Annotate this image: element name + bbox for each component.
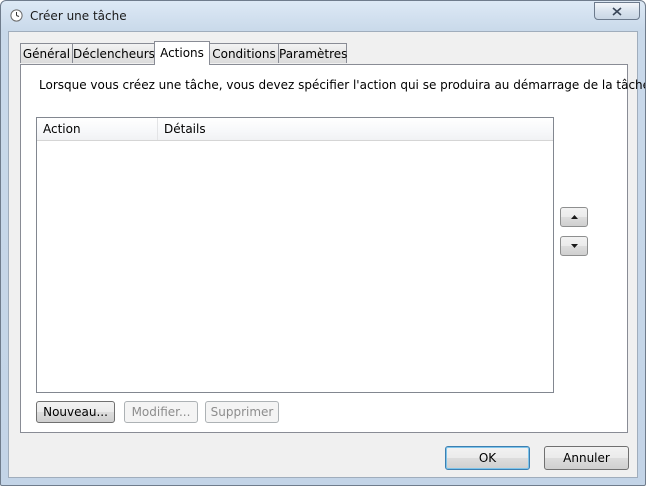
new-action-button[interactable]: Nouveau... <box>36 401 115 423</box>
actions-tab-panel: Lorsque vous créez une tâche, vous devez… <box>20 64 645 433</box>
window-title: Créer une tâche <box>30 9 127 23</box>
edit-action-button[interactable]: Modifier... <box>124 401 198 423</box>
list-header: Action Détails <box>37 118 553 141</box>
create-task-window: Créer une tâche Général Déclencheurs Act… <box>0 0 646 486</box>
tab-conditions[interactable]: Conditions <box>209 43 279 63</box>
move-up-button[interactable] <box>560 207 588 227</box>
close-button[interactable] <box>594 2 640 20</box>
tab-triggers[interactable]: Déclencheurs <box>72 43 155 63</box>
arrow-down-icon <box>571 244 578 248</box>
arrow-up-icon <box>571 215 578 219</box>
dialog-body: Général Déclencheurs Actions Conditions … <box>8 31 645 478</box>
close-icon <box>612 7 622 16</box>
tab-actions[interactable]: Actions <box>154 41 210 65</box>
column-header-details[interactable]: Détails <box>158 118 553 140</box>
task-scheduler-clock-icon <box>10 9 23 22</box>
tab-label: Général <box>22 47 71 61</box>
tab-settings[interactable]: Paramètres <box>278 43 347 63</box>
actions-description: Lorsque vous créez une tâche, vous devez… <box>39 78 646 92</box>
delete-action-button[interactable]: Supprimer <box>205 401 279 423</box>
tab-label: Paramètres <box>279 47 348 61</box>
column-header-action[interactable]: Action <box>37 118 158 140</box>
title-bar[interactable]: Créer une tâche <box>1 1 645 31</box>
ok-button[interactable]: OK <box>445 446 530 470</box>
cancel-button[interactable]: Annuler <box>544 446 629 470</box>
tab-label: Conditions <box>212 47 276 61</box>
tab-general[interactable]: Général <box>20 43 73 63</box>
move-down-button[interactable] <box>560 236 588 256</box>
tab-label: Actions <box>160 46 204 60</box>
tab-label: Déclencheurs <box>73 47 155 61</box>
actions-list[interactable]: Action Détails <box>36 117 554 393</box>
